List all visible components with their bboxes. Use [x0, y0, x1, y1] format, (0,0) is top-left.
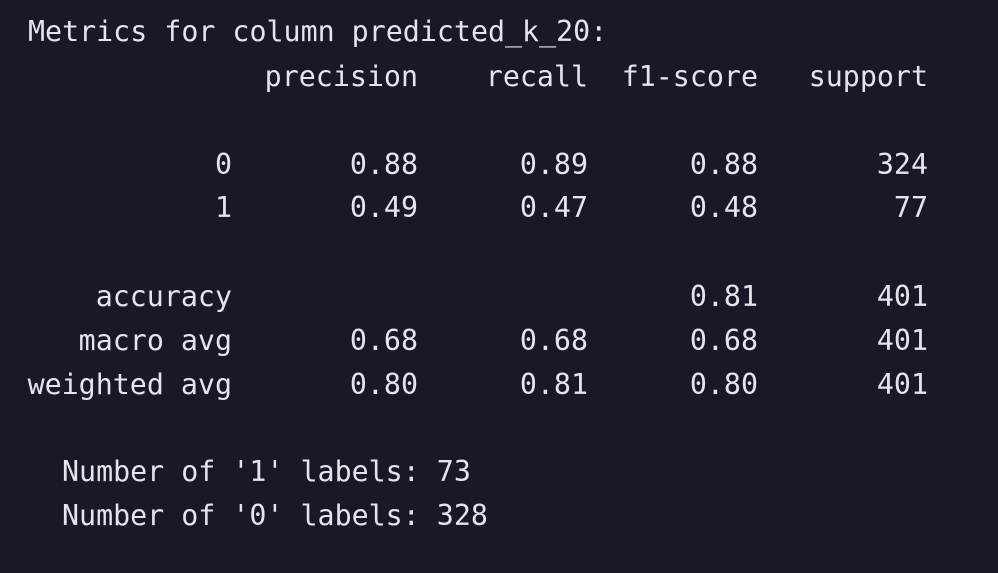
recall-value: 0.89: [519, 148, 588, 181]
support-value: 77: [893, 191, 928, 224]
support-value: 401: [876, 324, 928, 357]
row-label: 1: [214, 191, 232, 224]
precision-value: 0.80: [349, 368, 418, 401]
f1-value: 0.48: [689, 191, 758, 224]
label-count-1: Number of '1' labels: 73: [62, 455, 471, 488]
support-value: 401: [876, 368, 928, 401]
row-label: accuracy: [95, 280, 232, 313]
support-value: 324: [876, 148, 928, 181]
f1-value: 0.88: [689, 148, 758, 181]
row-label: macro avg: [78, 324, 232, 357]
column-header-support: support: [808, 60, 928, 93]
support-value: 401: [876, 280, 928, 313]
f1-value: 0.80: [689, 368, 758, 401]
precision-value: 0.49: [349, 191, 418, 224]
f1-value: 0.81: [689, 280, 758, 313]
recall-value: 0.68: [519, 324, 588, 357]
notebook-cell-output: Metrics for column predicted_k_20: preci…: [0, 0, 998, 573]
metrics-heading: Metrics for column predicted_k_20:: [28, 15, 608, 48]
column-header-recall: recall: [485, 60, 588, 93]
column-header-precision: precision: [264, 60, 418, 93]
precision-value: 0.68: [349, 324, 418, 357]
row-label: 0: [214, 148, 232, 181]
f1-value: 0.68: [689, 324, 758, 357]
column-header-f1-score: f1-score: [621, 60, 758, 93]
row-label: weighted avg: [27, 368, 232, 401]
recall-value: 0.81: [519, 368, 588, 401]
recall-value: 0.47: [519, 191, 588, 224]
precision-value: 0.88: [349, 148, 418, 181]
label-count-0: Number of '0' labels: 328: [62, 499, 488, 532]
